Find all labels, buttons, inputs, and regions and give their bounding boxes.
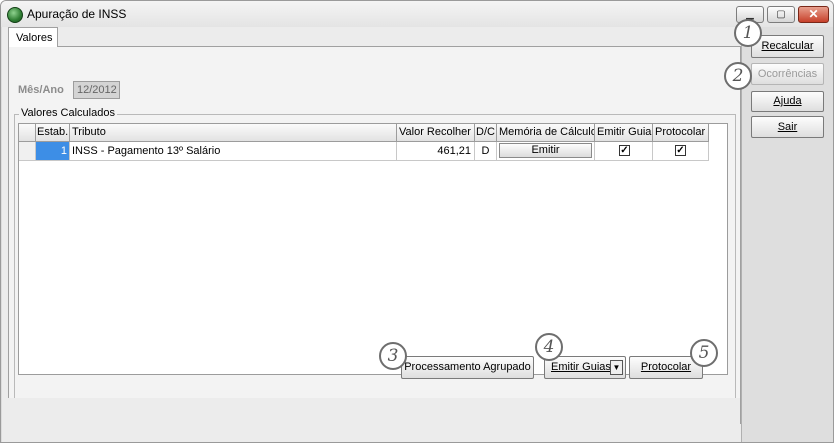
marker-5: 5 [690,339,718,367]
row-indicator-header [19,124,36,142]
mes-ano-field: 12/2012 [73,81,120,99]
table-cell-protocolar: ✓ [653,142,709,161]
table-cell-tributo[interactable]: INSS - Pagamento 13º Salário [70,142,397,161]
dropdown-arrow-icon[interactable]: ▼ [610,360,623,375]
title-bar[interactable]: Apuração de INSS ▁ ▢ ✕ [1,1,833,27]
column-header-estab[interactable]: Estab. [36,124,70,142]
column-header-emitir-guia[interactable]: Emitir Guia [595,124,653,142]
sair-button[interactable]: Sair [751,116,824,138]
recalcular-button[interactable]: Recalcular [751,35,824,58]
column-header-protocolar[interactable]: Protocolar [653,124,709,142]
table-cell-memoria: Emitir [497,142,595,161]
row-indicator[interactable] [19,142,36,161]
action-panel: Recalcular Ocorrências Ajuda Sair [741,27,833,442]
close-icon: ✕ [808,7,819,21]
emitir-memoria-button[interactable]: Emitir [499,143,592,158]
status-strip [2,398,740,442]
mes-ano-label: Mês/Ano [18,84,64,96]
emitir-guias-label: Emitir Guias [551,361,611,373]
marker-1: 1 [734,19,762,47]
emitir-guias-button[interactable]: Emitir Guias ▼ [544,356,626,379]
main-window: Apuração de INSS ▁ ▢ ✕ Valores Mês/Ano 1… [0,0,834,443]
protocolar-checkbox[interactable]: ✓ [675,145,686,156]
window-title: Apuração de INSS [27,7,127,21]
emitir-guia-checkbox[interactable]: ✓ [619,145,630,156]
column-header-memoria-calculo[interactable]: Memória de Cálculo [497,124,595,142]
table-cell-estab[interactable]: 1 [36,142,70,161]
tab-valores[interactable]: Valores [8,27,58,47]
table-cell-emitir-guia: ✓ [595,142,653,161]
table-cell-dc[interactable]: D [475,142,497,161]
table-cell-valor[interactable]: 461,21 [397,142,475,161]
marker-2: 2 [724,62,752,90]
column-header-dc[interactable]: D/C [475,124,497,142]
group-label: Valores Calculados [19,107,117,119]
results-grid[interactable]: Estab. Tributo Valor Recolher D/C Memóri… [18,123,728,375]
column-header-valor-recolher[interactable]: Valor Recolher [397,124,475,142]
marker-4: 4 [535,333,563,361]
processamento-agrupado-button[interactable]: Processamento Agrupado [401,356,534,379]
maximize-button[interactable]: ▢ [767,6,795,23]
client-area: Valores Mês/Ano 12/2012 Valores Calculad… [2,27,833,442]
ajuda-button[interactable]: Ajuda [751,91,824,112]
column-header-tributo[interactable]: Tributo [70,124,397,142]
maximize-icon: ▢ [776,9,786,20]
close-button[interactable]: ✕ [798,6,829,23]
marker-3: 3 [379,342,407,370]
ocorrencias-button[interactable]: Ocorrências [751,63,824,85]
tab-label: Valores [16,32,53,44]
app-icon [7,7,23,23]
